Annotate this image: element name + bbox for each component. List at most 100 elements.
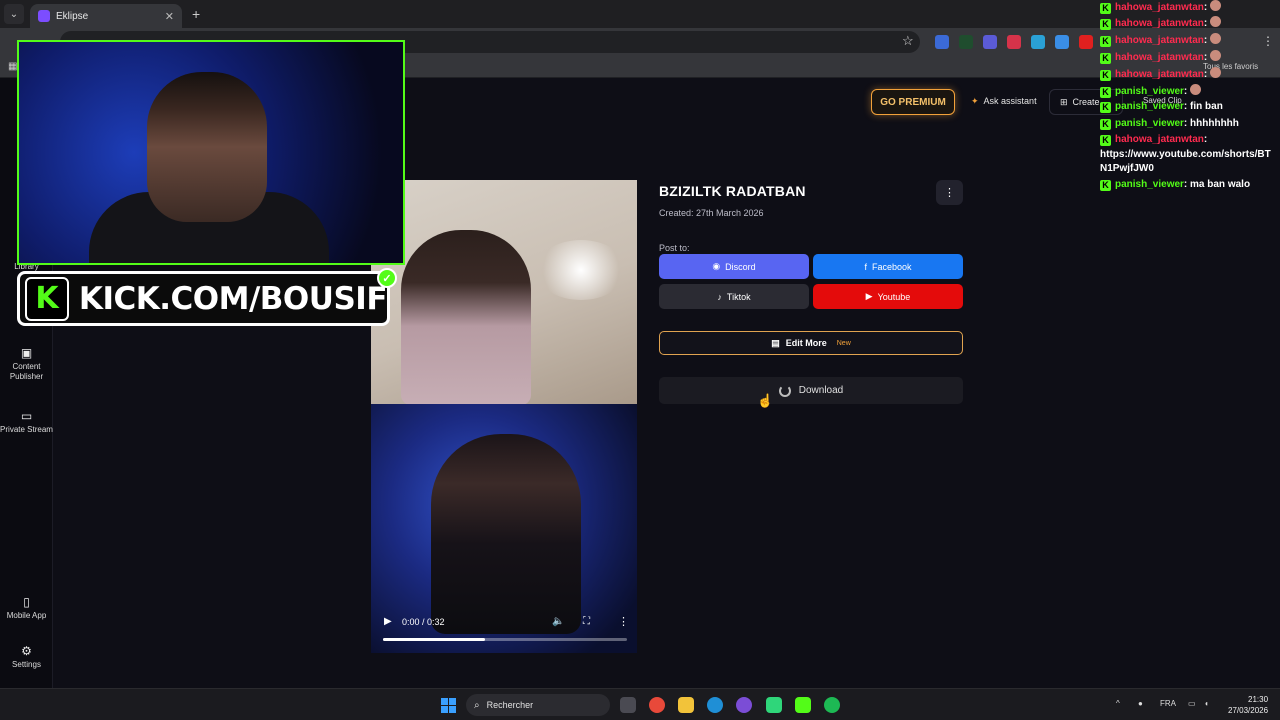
extension-icon[interactable] [983, 35, 997, 49]
chat-text: fin ban [1190, 101, 1223, 112]
sidebar-item-settings[interactable]: ⚙ Settings [0, 645, 53, 670]
sidebar-item-label: Settings [12, 660, 41, 669]
task-view-icon[interactable] [620, 697, 636, 713]
extension-icon[interactable] [935, 35, 949, 49]
facebook-label: Facebook [871, 261, 912, 272]
microphone-icon[interactable]: ● [1138, 699, 1143, 708]
download-button[interactable]: Download [659, 377, 963, 404]
hand-cursor-icon: ☝ [757, 393, 774, 408]
clip-options-button[interactable]: ⋮ [936, 180, 963, 205]
extension-icon[interactable] [1007, 35, 1021, 49]
extension-icon[interactable] [1079, 35, 1093, 49]
edit-more-label: Edit More [785, 338, 827, 348]
chat-link-text: https://www.youtube.com/shorts/BTN1PwjfJ… [1100, 149, 1271, 174]
tab-title: Eklipse [56, 10, 89, 22]
sidebar-item-mobile-app[interactable]: ▯ Mobile App [0, 595, 53, 621]
sidebar-item-label: Mobile App [6, 611, 47, 620]
volume-icon[interactable]: 🔈 [552, 616, 564, 627]
emote-icon [1210, 16, 1222, 27]
screen: ⌄ Eklipse ✕ + ☆ ⋮ ▦ Tous les favoris Lib… [0, 0, 1280, 720]
post-facebook-button[interactable]: f Facebook [813, 254, 963, 279]
sidebar-item-label: Content Publisher [9, 362, 44, 381]
chat-user: hahowa_jatanwtan [1115, 134, 1204, 145]
edit-more-button[interactable]: ▤ Edit More New [659, 331, 963, 355]
chrome-icon[interactable] [649, 697, 665, 713]
app-icon[interactable] [736, 697, 752, 713]
chat-user: hahowa_jatanwtan [1115, 69, 1204, 80]
create-label: Create [1072, 97, 1100, 107]
tab-search-button[interactable]: ⌄ [4, 4, 24, 24]
chat-message: Khahowa_jatanwtan: [1100, 33, 1222, 47]
kick-app-icon[interactable] [795, 697, 811, 713]
windows-taskbar: ⌕ Rechercher ^ ● FRA ▭ ◖ 21:30 27/03/202… [0, 688, 1280, 720]
video-person [401, 230, 531, 405]
mobile-phone-icon: ▯ [23, 595, 30, 609]
stream-chat-overlay: Khahowa_jatanwtan: Khahowa_jatanwtan: Kh… [1100, 0, 1280, 200]
chevron-up-icon[interactable]: ^ [1116, 699, 1120, 708]
network-icon[interactable]: ▭ [1188, 699, 1196, 708]
kick-badge-icon: K [1100, 180, 1111, 191]
go-premium-button[interactable]: GO PREMIUM [871, 89, 955, 115]
kick-badge-icon: K [1100, 3, 1111, 14]
video-streamer [431, 434, 581, 634]
more-options-icon[interactable]: ⋮ [618, 615, 629, 628]
video-controls: ▶ 0:00 / 0:32 🔈 ⛶ ⋮ [371, 608, 637, 653]
chat-user: panish_viewer [1115, 179, 1184, 190]
clip-video-player[interactable]: ▶ 0:00 / 0:32 🔈 ⛶ ⋮ [371, 180, 637, 653]
extension-icon[interactable] [959, 35, 973, 49]
post-tiktok-button[interactable]: ♪ Tiktok [659, 284, 809, 309]
emote-icon [1210, 50, 1222, 61]
extension-icon[interactable] [1031, 35, 1045, 49]
chat-message: Khahowa_jatanwtan: [1100, 67, 1222, 81]
close-icon[interactable]: ✕ [165, 10, 174, 23]
video-progress-bar[interactable] [383, 638, 627, 641]
sparkle-icon: ✦ [971, 96, 979, 106]
webcam-streamer-head [147, 72, 267, 222]
fullscreen-icon[interactable]: ⛶ [583, 616, 590, 627]
bookmark-star-icon[interactable]: ☆ [902, 33, 914, 49]
chat-text: ma ban walo [1190, 179, 1251, 190]
calendar-icon: ▣ [20, 346, 33, 360]
discord-icon: ◉ [712, 261, 721, 271]
emote-icon [1190, 84, 1202, 95]
extension-icon[interactable] [1055, 35, 1069, 49]
sidebar-item-label: Private Stream [0, 425, 53, 434]
file-explorer-icon[interactable] [678, 697, 694, 713]
discord-label: Discord [725, 261, 756, 272]
new-tab-button[interactable]: + [192, 6, 200, 22]
post-youtube-button[interactable]: ▶ Youtube [813, 284, 963, 309]
chat-user: hahowa_jatanwtan [1115, 35, 1204, 46]
chat-message: Khahowa_jatanwtan: [1100, 0, 1222, 14]
play-icon[interactable]: ▶ [384, 616, 392, 627]
kick-url: KICK.COM/BOUSIF [78, 280, 388, 317]
ask-assistant-button[interactable]: ✦ Ask assistant [971, 96, 1037, 107]
youtube-icon: ▶ [865, 291, 873, 301]
video-time: 0:00 / 0:32 [402, 617, 445, 627]
post-discord-button[interactable]: ◉ Discord [659, 254, 809, 279]
verified-check-icon: ✓ [377, 268, 397, 288]
chat-message: Khahowa_jatanwtan: [1100, 50, 1222, 64]
eklipse-favicon-icon [38, 10, 50, 22]
emote-icon [1210, 0, 1222, 11]
edge-icon[interactable] [707, 697, 723, 713]
app-icon[interactable] [766, 697, 782, 713]
system-clock[interactable]: 21:30 27/03/2026 [1228, 694, 1268, 716]
sidebar-item-content-publisher[interactable]: ▣ Content Publisher [0, 346, 53, 382]
chat-message: Kpanish_viewer: ma ban walo [1100, 179, 1250, 191]
chat-message: Kpanish_viewer: fin ban [1100, 101, 1223, 113]
windows-start-icon[interactable] [441, 698, 456, 713]
kick-logo-icon: K [25, 276, 69, 321]
chat-message: Khahowa_jatanwtan: [1100, 134, 1207, 146]
sidebar-item-private-stream[interactable]: ▭ Private Stream [0, 410, 53, 435]
youtube-label: Youtube [877, 291, 911, 302]
browser-tabstrip: ⌄ Eklipse ✕ + [0, 0, 1280, 28]
taskbar-search[interactable]: ⌕ Rechercher [466, 694, 610, 716]
browser-tab-eklipse[interactable]: Eklipse ✕ [30, 4, 182, 28]
facebook-icon: f [864, 261, 867, 272]
kick-channel-banner: K KICK.COM/BOUSIF [17, 271, 390, 326]
language-indicator[interactable]: FRA [1160, 699, 1176, 708]
spotify-icon[interactable] [824, 697, 840, 713]
chat-text: hhhhhhhh [1190, 118, 1239, 129]
tiktok-icon: ♪ [717, 291, 722, 302]
volume-icon[interactable]: ◖ [1204, 699, 1209, 708]
